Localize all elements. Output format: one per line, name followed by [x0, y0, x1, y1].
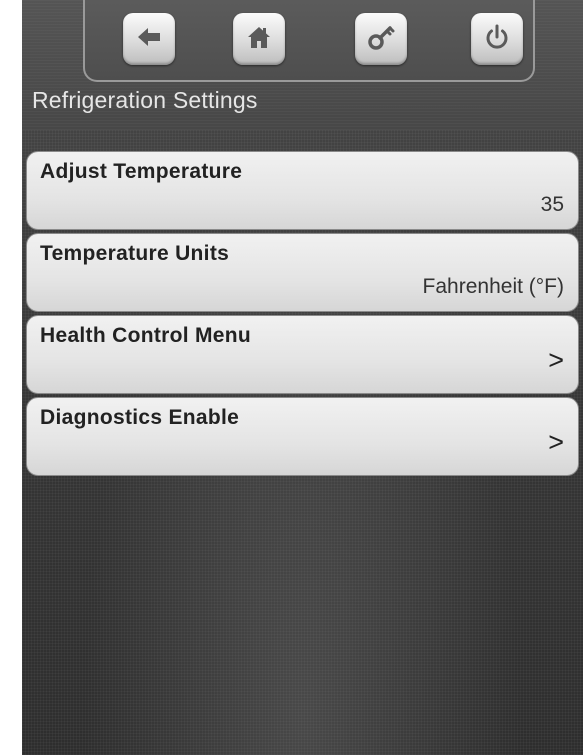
menu-item-health-control[interactable]: Health Control Menu >: [26, 315, 579, 394]
page-title: Refrigeration Settings: [32, 87, 258, 113]
key-icon: [366, 22, 396, 57]
device-screen: Refrigeration Settings Adjust Temperatur…: [22, 0, 583, 755]
temperature-value: 35: [540, 193, 564, 216]
menu-item-label: Health Control Menu: [40, 324, 252, 347]
menu-item-label: Temperature Units: [40, 242, 230, 265]
power-button[interactable]: [471, 13, 523, 65]
key-button[interactable]: [355, 13, 407, 65]
menu-item-adjust-temperature[interactable]: Adjust Temperature 35: [26, 151, 579, 230]
menu-item-label: Diagnostics Enable: [40, 406, 240, 429]
navigation-bar: [83, 0, 535, 82]
menu-item-temperature-units[interactable]: Temperature Units Fahrenheit (°F): [26, 233, 579, 312]
menu-item-diagnostics-enable[interactable]: Diagnostics Enable >: [26, 397, 579, 476]
home-button[interactable]: [233, 13, 285, 65]
home-icon: [244, 22, 274, 57]
temperature-units-value: Fahrenheit (°F): [422, 275, 564, 298]
back-button[interactable]: [123, 13, 175, 65]
power-icon: [482, 22, 512, 57]
menu-item-label: Adjust Temperature: [40, 160, 243, 183]
chevron-right-icon: >: [548, 345, 564, 375]
chevron-right-icon: >: [548, 427, 564, 457]
back-arrow-icon: [134, 22, 164, 57]
